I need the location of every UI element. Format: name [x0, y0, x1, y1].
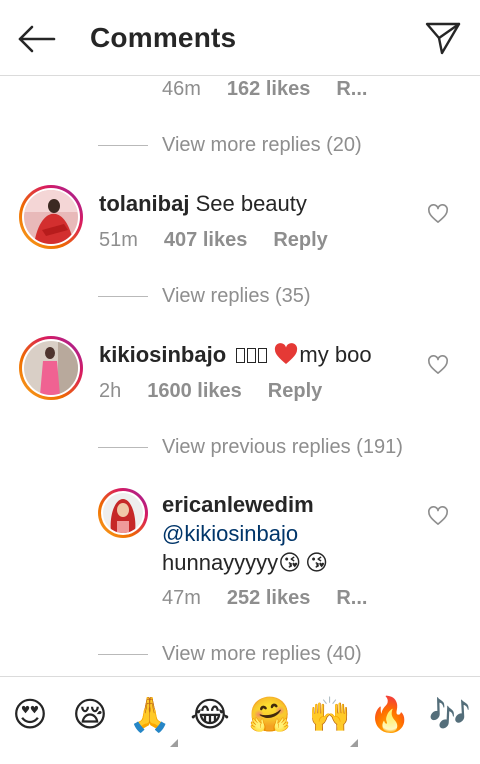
avatar-photo — [103, 493, 143, 533]
likes-count-link[interactable]: 407 likes — [164, 229, 247, 251]
comment-time: 51m — [99, 229, 138, 251]
emoji-hugging-face-button[interactable]: 🤗 — [248, 693, 292, 737]
emoji-tears-of-joy-button[interactable]: 😂 — [188, 693, 232, 737]
kissing-face-emoji: 😘 — [278, 551, 302, 576]
share-button[interactable] — [422, 18, 464, 58]
likes-count-link[interactable]: 162 likes — [227, 78, 310, 100]
comment-username[interactable]: kikiosinbajo — [99, 342, 226, 367]
paper-plane-icon — [425, 22, 461, 55]
divider-line — [98, 144, 148, 146]
red-heart-emoji — [275, 343, 298, 364]
back-button[interactable] — [14, 20, 58, 58]
avatar-ericanlewedim[interactable] — [98, 488, 148, 538]
emoji-heart-eyes-button[interactable]: 😍 — [8, 693, 52, 737]
reply-text-row: hunnayyyyy😘 😘 — [162, 549, 328, 578]
kissing-face-emoji: 😘 — [305, 551, 329, 576]
divider-line — [98, 295, 148, 297]
avatar-tolanibaj[interactable] — [19, 185, 83, 249]
previous-reply-meta: 46m 162 likes R... — [162, 78, 393, 101]
top-app-bar: Comments — [0, 0, 480, 76]
comment-time: 47m — [162, 587, 201, 609]
like-button[interactable] — [427, 355, 449, 377]
like-button[interactable] — [427, 204, 449, 226]
emoji-folded-hands-button[interactable]: 🙏 — [128, 693, 172, 737]
heart-outline-icon — [428, 355, 448, 374]
emoji-musical-notes-button[interactable]: 🎶 — [428, 693, 472, 737]
comment-meta: 51m 407 likes Reply — [99, 229, 354, 252]
emoji-raising-hands-button[interactable]: 🙌 — [308, 693, 352, 737]
view-replies-35[interactable]: View replies (35) — [98, 284, 311, 308]
page-title: Comments — [90, 22, 237, 53]
likes-count-link[interactable]: 252 likes — [227, 587, 310, 609]
view-more-replies-20[interactable]: View more replies (20) — [98, 133, 362, 157]
divider-line — [98, 653, 148, 655]
comment-text: my boo — [299, 342, 372, 367]
emoji-fire-button[interactable]: 🔥 — [368, 693, 412, 737]
reply-meta: 47m 252 likes R... — [162, 587, 393, 610]
comment-body: kikiosinbajo my boo — [99, 341, 372, 370]
comment-time: 2h — [99, 380, 122, 402]
comment-username[interactable]: tolanibaj — [99, 191, 189, 216]
reply-text: hunnayyyyy — [162, 550, 279, 575]
heart-outline-icon — [428, 506, 448, 525]
avatar-photo — [24, 190, 78, 244]
skin-tone-indicator — [350, 739, 358, 747]
arrow-left-icon — [18, 25, 56, 53]
reply-username-row: ericanlewedim — [162, 491, 314, 519]
view-more-replies-label: View more replies (40) — [162, 642, 362, 665]
comment-meta: 2h 1600 likes Reply — [99, 380, 348, 403]
reply-link[interactable]: Reply — [268, 380, 322, 402]
emoji-quick-bar: 😍 😪 🙏 😂 🤗 🙌 🔥 🎶 — [0, 676, 480, 764]
view-previous-replies-label: View previous replies (191) — [162, 435, 403, 458]
comment-body: tolanibaj See beauty — [99, 190, 307, 218]
mention-link[interactable]: @kikiosinbajo — [162, 521, 298, 546]
like-button[interactable] — [427, 506, 449, 528]
view-replies-label: View replies (35) — [162, 284, 311, 307]
reply-link[interactable]: Reply — [273, 229, 327, 251]
divider-line — [98, 446, 148, 448]
unsupported-glyph-boxes — [236, 342, 268, 370]
view-more-replies-40[interactable]: View more replies (40) — [98, 642, 362, 666]
emoji-sleepy-face-button[interactable]: 😪 — [68, 693, 112, 737]
avatar-kikiosinbajo[interactable] — [19, 336, 83, 400]
avatar-photo — [24, 341, 78, 395]
skin-tone-indicator — [170, 739, 178, 747]
likes-count-link[interactable]: 1600 likes — [147, 380, 242, 402]
view-previous-replies-191[interactable]: View previous replies (191) — [98, 435, 403, 459]
heart-outline-icon — [428, 204, 448, 223]
reply-link[interactable]: R... — [336, 78, 367, 100]
reply-mention-row: @kikiosinbajo — [162, 520, 298, 548]
view-more-replies-label: View more replies (20) — [162, 133, 362, 156]
comment-text: See beauty — [195, 191, 307, 216]
reply-link[interactable]: R... — [336, 587, 367, 609]
reply-username[interactable]: ericanlewedim — [162, 492, 314, 517]
comment-time: 46m — [162, 78, 201, 100]
